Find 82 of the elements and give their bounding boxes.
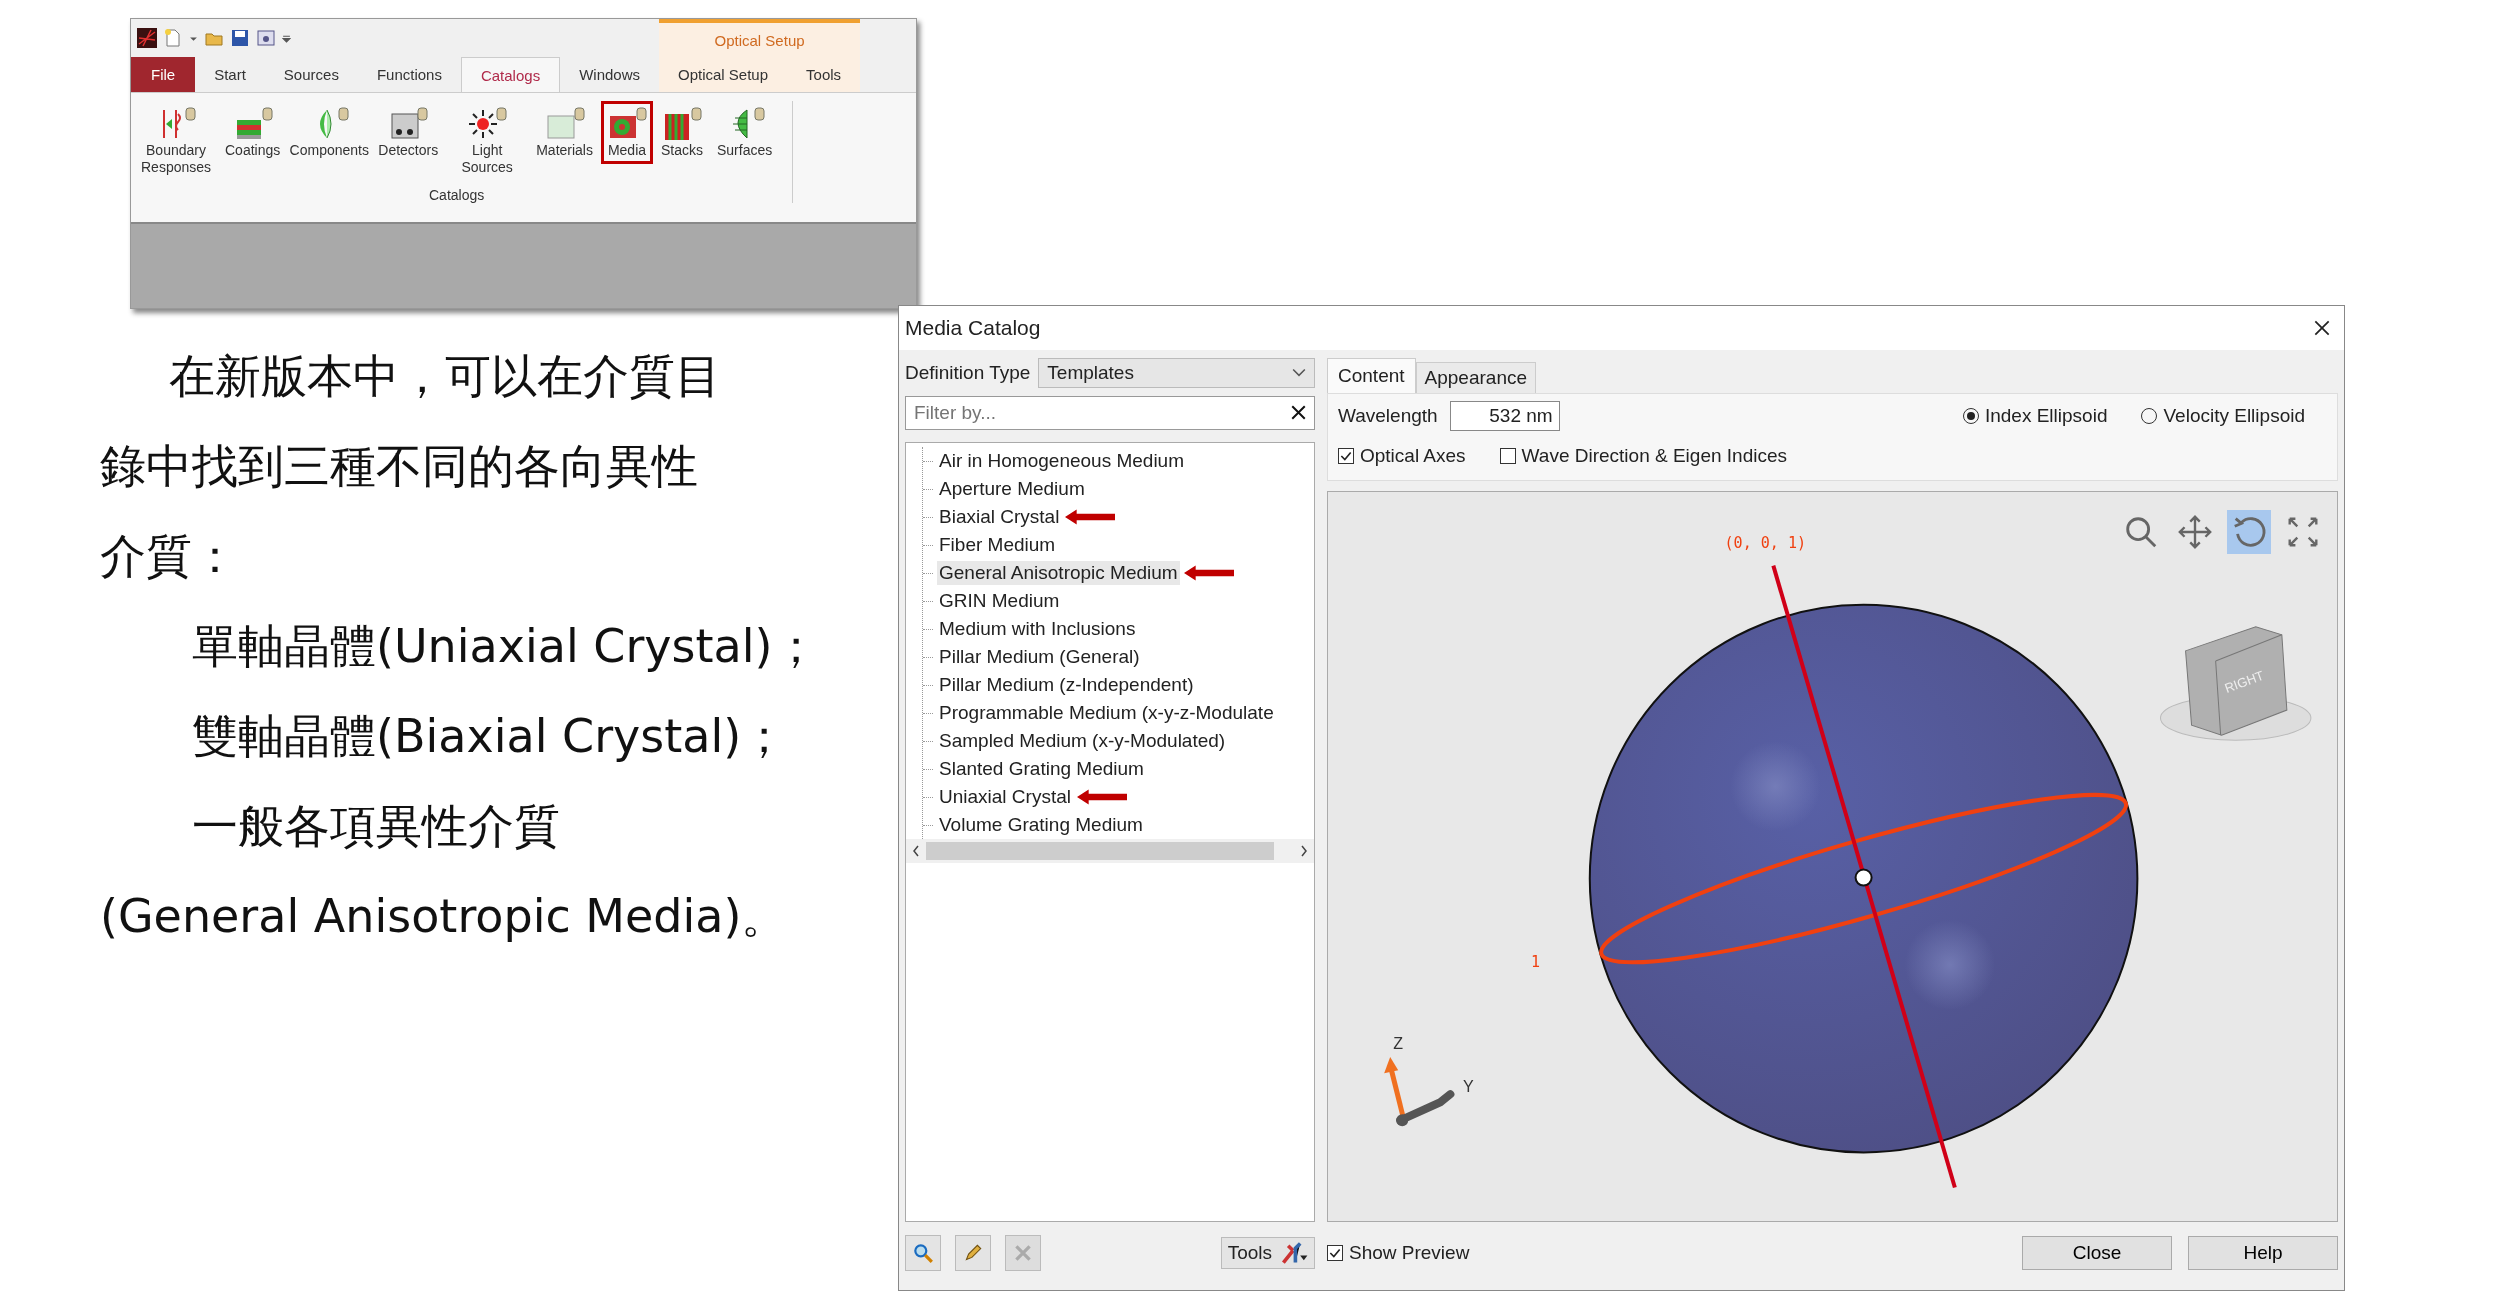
panel-tab[interactable]: Appearance: [1415, 362, 1536, 393]
tree-item[interactable]: Biaxial Crystal: [937, 505, 1062, 529]
ribbon-tab[interactable]: Tools: [787, 57, 861, 92]
ribbon-button[interactable]: Boundary Responses: [135, 101, 217, 181]
move-icon: [2176, 513, 2214, 551]
list-item-text: 雙軸晶體(Biaxial Crystal)；: [191, 708, 789, 765]
tree-item[interactable]: Aperture Medium: [937, 477, 1087, 501]
list-item-text: 單軸晶體(Uniaxial Crystal)；: [191, 618, 820, 675]
tree-item[interactable]: Pillar Medium (General): [937, 645, 1142, 669]
definition-type-dropdown[interactable]: Templates: [1038, 358, 1315, 388]
caret-icon[interactable]: [282, 33, 291, 43]
tree-item[interactable]: Uniaxial Crystal: [937, 785, 1073, 809]
tools-button[interactable]: Tools: [1220, 1237, 1315, 1269]
ribbon-button[interactable]: Coatings: [219, 101, 287, 164]
filter-field[interactable]: Filter by...: [905, 396, 1315, 430]
app-logo-icon[interactable]: [137, 28, 157, 48]
tree-item[interactable]: Air in Homogeneous Medium: [937, 449, 1186, 473]
scroll-right-icon[interactable]: [1300, 845, 1308, 857]
ribbon-tab[interactable]: File: [131, 57, 196, 92]
panel-tab[interactable]: Content: [1327, 358, 1416, 393]
search-button[interactable]: [905, 1235, 941, 1271]
tree-item[interactable]: Medium with Inclusions: [937, 617, 1138, 641]
ribbon-tab[interactable]: Windows: [560, 57, 659, 92]
tree-item[interactable]: Volume Grating Medium: [937, 813, 1145, 837]
window-title: Media Catalog: [905, 316, 1041, 340]
tree-item[interactable]: Fiber Medium: [937, 533, 1058, 557]
clear-icon[interactable]: [1291, 405, 1306, 420]
field-label: Definition Type: [905, 362, 1031, 384]
center-point: [1854, 868, 1873, 887]
ribbon-tab[interactable]: Catalogs: [460, 57, 561, 92]
wavelength-field[interactable]: 532 nm: [1449, 401, 1560, 431]
edit-button[interactable]: [955, 1235, 991, 1271]
checkbox[interactable]: Optical Axes: [1338, 445, 1466, 467]
group-label: Catalogs: [429, 187, 485, 203]
dialog-button[interactable]: Help: [2188, 1236, 2338, 1270]
settings-icon[interactable]: [256, 28, 276, 48]
axis-z-label: Z: [1393, 1034, 1404, 1053]
tree-item[interactable]: Programmable Medium (x-y-z-Modulate: [937, 701, 1276, 725]
rotate-button[interactable]: [2227, 510, 2271, 554]
tree-item[interactable]: Sampled Medium (x-y-Modulated): [937, 729, 1228, 753]
scroll-left-icon[interactable]: [912, 845, 920, 857]
radius-label: 1: [1531, 952, 1541, 971]
checkbox[interactable]: Wave Direction & Eigen Indices: [1499, 445, 1788, 467]
ribbon-tab[interactable]: Sources: [264, 57, 358, 92]
show-preview-checkbox[interactable]: Show Preview: [1327, 1242, 1470, 1264]
close-icon[interactable]: [2314, 320, 2330, 336]
tree-item[interactable]: GRIN Medium: [937, 589, 1062, 613]
ribbon-tab[interactable]: Optical Setup: [659, 57, 788, 92]
pencil-icon: [962, 1242, 984, 1264]
tree-item[interactable]: General Anisotropic Medium: [937, 561, 1180, 585]
checkmark-icon: [1328, 1246, 1342, 1260]
ribbon-button[interactable]: Light Sources: [446, 101, 529, 181]
axis-label: (0, 0, 1): [1724, 533, 1807, 552]
intro-paragraph: 在新版本中，可以在介質目錄中找到三種不同的各向異性介質：: [100, 348, 722, 585]
field-label: Wavelength: [1338, 405, 1438, 427]
axis-triad-drawing: [1384, 1057, 1455, 1127]
catalog-icon: [544, 106, 585, 142]
catalog-icon: [662, 106, 702, 142]
ribbon-button[interactable]: Surfaces: [711, 101, 779, 164]
radio-button[interactable]: Velocity Ellipsoid: [2141, 405, 2305, 427]
list-item-text: 一般各項異性介質 (General Anisotropic Media)。: [100, 798, 789, 945]
tree-item[interactable]: Slanted Grating Medium: [937, 757, 1146, 781]
horizontal-scrollbar[interactable]: [906, 839, 1314, 863]
chevron-down-icon: [1292, 368, 1306, 378]
ribbon-button[interactable]: Stacks: [655, 101, 709, 164]
save-icon[interactable]: [230, 28, 250, 48]
ribbon-tab[interactable]: Functions: [357, 57, 461, 92]
ribbon-button[interactable]: Detectors: [372, 101, 445, 164]
ribbon-button[interactable]: Media: [601, 101, 653, 164]
search-icon: [912, 1242, 934, 1264]
contextual-group-label: Optical Setup: [713, 30, 806, 51]
tree-item[interactable]: Pillar Medium (z-Independent): [937, 673, 1196, 697]
radio-button[interactable]: Index Ellipsoid: [1962, 405, 2108, 427]
catalog-icon: [388, 106, 429, 142]
axis-y-label: Y: [1463, 1077, 1474, 1096]
ribbon-tab[interactable]: Start: [195, 57, 265, 92]
ribbon-button[interactable]: Components: [288, 101, 371, 164]
cross-icon: [1012, 1242, 1034, 1264]
cube-face-label: RIGHT: [2222, 667, 2266, 696]
checkmark-icon: [1339, 449, 1353, 463]
ribbon-button[interactable]: Materials: [530, 101, 599, 164]
dialog-button[interactable]: Close: [2022, 1236, 2172, 1270]
